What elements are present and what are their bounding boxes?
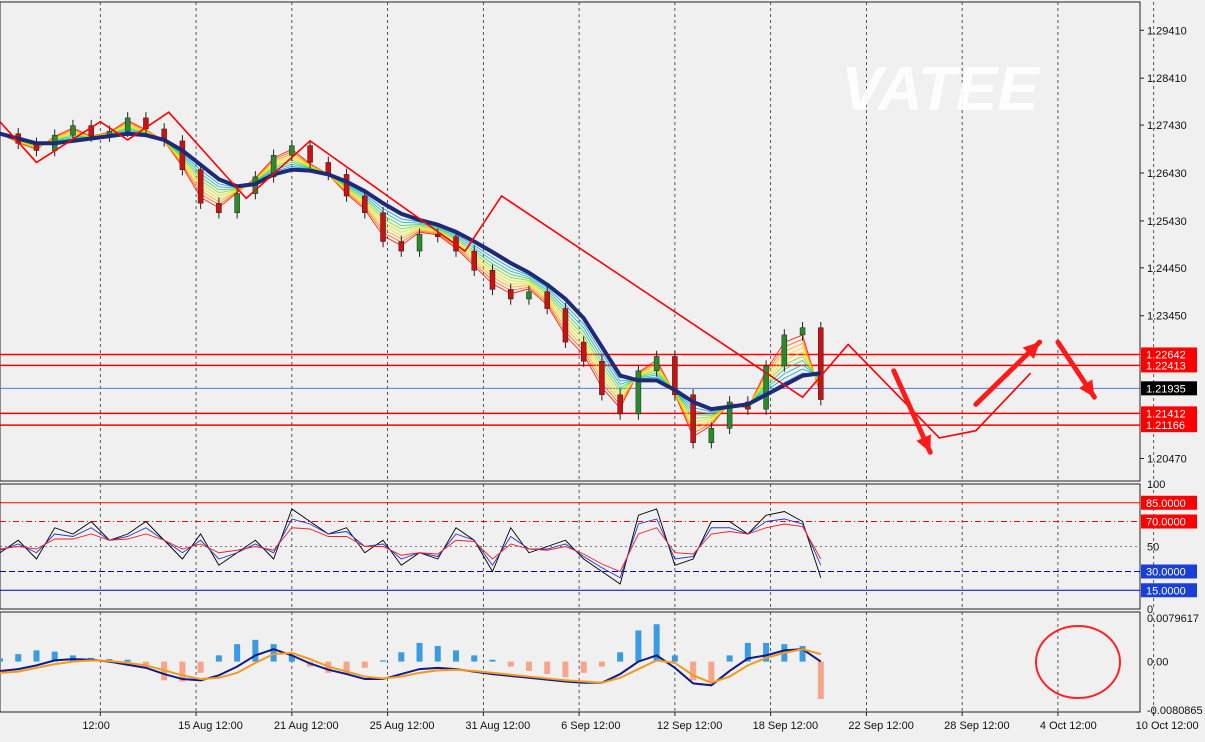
macd-histogram-bar [708, 661, 715, 684]
candle-body [799, 327, 806, 336]
macd-histogram-bar [635, 630, 642, 662]
macd-histogram-bar [489, 659, 496, 662]
price-tick-label: 1.24450 [1147, 263, 1187, 275]
time-tick-label: 21 Aug 12:00 [274, 720, 339, 732]
price-tick-label: 1.23450 [1147, 311, 1187, 323]
macd-histogram-bar [234, 644, 241, 662]
macd-histogram-bar [124, 659, 131, 662]
macd-histogram-bar [671, 655, 678, 662]
macd-histogram-bar [380, 660, 387, 662]
time-tick-label: 10 Oct 12:00 [1136, 720, 1199, 732]
candle-body [617, 394, 623, 415]
price-tick-label: 1.26430 [1147, 168, 1187, 180]
time-tick-label: 6 Sep 12:00 [561, 720, 620, 732]
candle-body [599, 361, 605, 396]
candle-body [653, 356, 660, 372]
candle-body [70, 125, 76, 136]
candle-body [507, 289, 514, 300]
osc-level-label: 30.0000 [1146, 567, 1186, 579]
candle-body [124, 117, 131, 132]
time-tick-label: 15 Aug 12:00 [178, 720, 243, 732]
candle-body [580, 341, 587, 362]
candle-body [398, 241, 405, 252]
macd-histogram-bar [690, 661, 697, 681]
osc-level-label: 85.0000 [1146, 498, 1186, 510]
macd-tick-label: 0.0079617 [1147, 613, 1199, 625]
macd-histogram-bar [598, 661, 605, 667]
price-tick-label: 1.25430 [1147, 216, 1187, 228]
candle-body [471, 250, 477, 271]
candle-body [380, 212, 386, 242]
candle-body [435, 234, 441, 237]
osc-level-label: 15.0000 [1146, 585, 1186, 597]
candle-body [416, 234, 423, 252]
macd-histogram-bar [434, 646, 441, 662]
macd-histogram-bar [562, 661, 569, 678]
macd-histogram-bar [398, 652, 405, 662]
candle-body [818, 327, 824, 400]
macd-histogram-bar [197, 661, 204, 673]
macd-histogram-bar [817, 661, 824, 699]
current-price-label: 1.21935 [1146, 383, 1186, 395]
candle-body [526, 291, 532, 300]
candle-body [489, 269, 496, 290]
trading-chart: 1.29410 1.28410 1.27430 1.26430 1.25430 1.244… [0, 0, 1205, 737]
level-label: 1.22413 [1146, 360, 1186, 372]
level-label: 1.21166 [1146, 420, 1185, 432]
candle-body [216, 202, 222, 214]
macd-histogram-bar [580, 661, 587, 673]
time-tick-label: 28 Sep 12:00 [944, 720, 1009, 732]
price-tick-label: 1.27430 [1147, 120, 1187, 132]
macd-histogram-bar [270, 644, 277, 662]
watermark: VATEE [841, 55, 1040, 124]
macd-histogram-bar [544, 661, 551, 675]
candle-body [197, 169, 204, 204]
candle-body [362, 195, 368, 214]
macd-histogram-bar [252, 639, 259, 662]
macd-tick-label: -0.0080865 [1147, 705, 1203, 717]
macd-tick-label: 0.00 [1147, 657, 1168, 669]
osc-tick-label: 100 [1147, 479, 1165, 491]
time-tick-label: 18 Sep 12:00 [753, 720, 818, 732]
macd-histogram-bar [0, 658, 3, 662]
osc-level-label: 70.0000 [1146, 517, 1186, 529]
macd-panel-frame [0, 611, 1141, 713]
price-tick-label: 1.28410 [1147, 73, 1187, 85]
macd-histogram-bar [507, 661, 514, 667]
candle-body [307, 145, 313, 163]
time-tick-label: 22 Sep 12:00 [848, 720, 913, 732]
candle-body [708, 428, 715, 443]
macd-histogram-bar [471, 655, 478, 662]
candle-body [562, 308, 569, 343]
macd-histogram-bar [617, 652, 624, 662]
price-tick-label: 1.20470 [1147, 453, 1187, 465]
candle-body [781, 334, 788, 367]
macd-histogram-bar [15, 654, 22, 662]
macd-histogram-bar [726, 655, 733, 662]
candle-body [289, 145, 295, 156]
macd-histogram-bar [215, 655, 222, 662]
time-tick-label: 25 Aug 12:00 [370, 720, 435, 732]
price-tick-label: 1.29410 [1147, 25, 1187, 37]
macd-histogram-bar [416, 642, 423, 662]
candle-body [544, 291, 550, 309]
candle-body [635, 370, 642, 415]
time-tick-label: 12 Sep 12:00 [657, 720, 722, 732]
macd-histogram-bar [453, 650, 459, 662]
candle-body [234, 193, 240, 214]
macd-histogram-bar [33, 650, 40, 662]
chart-canvas: 1.29410 1.28410 1.27430 1.26430 1.25430 1.244… [0, 0, 1205, 737]
osc-tick-label: 50 [1147, 542, 1159, 554]
candle-body [343, 174, 350, 197]
macd-histogram-bar [361, 661, 368, 668]
time-tick-label: 31 Aug 12:00 [465, 720, 530, 732]
time-tick-label: 12:00 [82, 720, 110, 732]
time-tick-label: 4 Oct 12:00 [1040, 720, 1097, 732]
candle-body [179, 140, 186, 170]
macd-histogram-bar [525, 661, 532, 671]
